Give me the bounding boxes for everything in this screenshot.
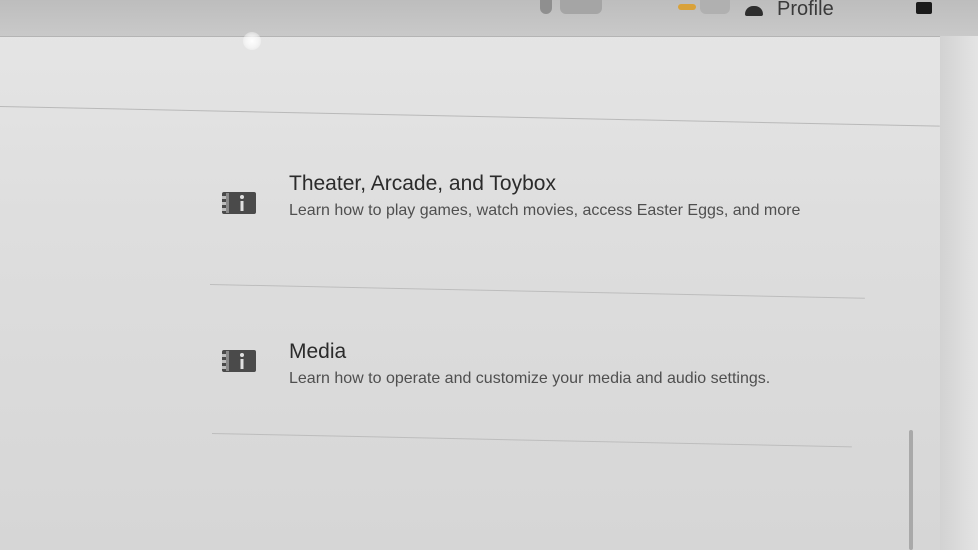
lock-icon[interactable] <box>916 2 932 14</box>
topbar-icon[interactable] <box>540 0 552 14</box>
scrollbar[interactable] <box>909 430 913 550</box>
profile-button[interactable]: Profile <box>745 0 834 20</box>
screen-bezel <box>940 36 978 550</box>
screen: Profile Theater, Arcade, and Toybox Lear… <box>0 0 978 550</box>
top-bar: Profile <box>0 0 978 37</box>
topbar-icon[interactable] <box>700 0 730 14</box>
divider <box>211 433 852 448</box>
item-title: Media <box>289 340 347 363</box>
screen-glare <box>243 32 261 50</box>
person-icon <box>745 6 763 16</box>
manual-book-icon <box>222 192 256 214</box>
divider <box>209 284 865 299</box>
topbar-icon[interactable] <box>560 0 602 14</box>
item-description: Learn how to play games, watch movies, a… <box>289 202 801 219</box>
item-title: Theater, Arcade, and Toybox <box>289 172 556 195</box>
item-description: Learn how to operate and customize your … <box>289 370 771 387</box>
manual-book-icon <box>222 350 256 372</box>
profile-label: Profile <box>777 0 834 20</box>
divider <box>0 106 940 127</box>
topbar-indicator-icon[interactable] <box>678 4 696 10</box>
